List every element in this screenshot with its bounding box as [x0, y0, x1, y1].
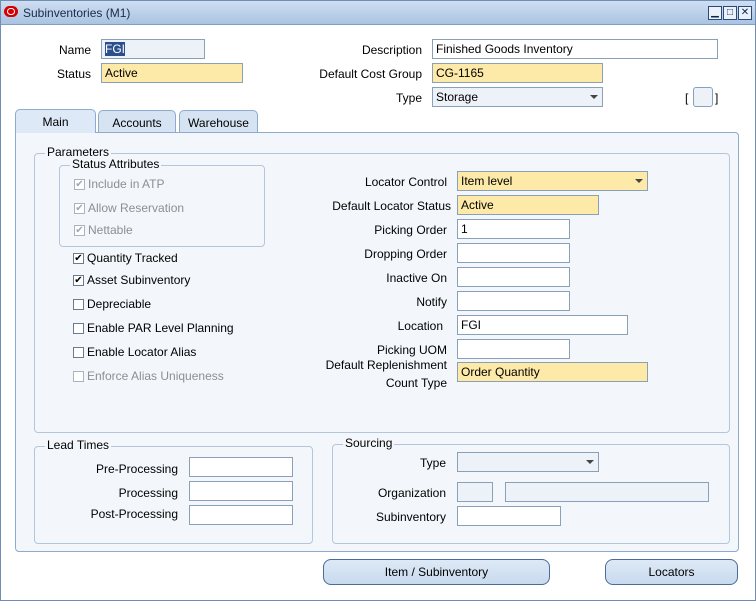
pre-processing-field[interactable]	[189, 457, 293, 477]
nettable-checkbox[interactable]: ✔	[74, 225, 85, 236]
inactive-on-label: Inactive On	[386, 271, 447, 285]
item-subinventory-button[interactable]: Item / Subinventory	[323, 559, 550, 585]
locator-control-select[interactable]: Item level	[457, 171, 648, 191]
chevron-down-icon	[586, 460, 594, 464]
quantity-tracked-label: Quantity Tracked	[87, 251, 178, 265]
bracket-left: [	[685, 91, 689, 105]
minimize-icon[interactable]: ▁	[708, 6, 722, 20]
processing-label: Processing	[118, 486, 178, 500]
replenishment-count-type-field[interactable]: Order Quantity	[457, 362, 648, 382]
dropping-order-label: Dropping Order	[364, 247, 447, 261]
window-title: Subinventories (M1)	[23, 6, 131, 20]
status-attributes-title: Status Attributes	[70, 157, 162, 171]
count-type-label: Count Type	[385, 376, 447, 390]
descriptive-flexfield[interactable]	[693, 87, 713, 107]
location-label: Location	[397, 319, 443, 333]
organization-label: Organization	[377, 486, 446, 500]
sourcing-group: Sourcing Type Organization Subinventory	[332, 436, 730, 544]
post-processing-field[interactable]	[189, 505, 293, 525]
processing-field[interactable]	[189, 481, 293, 501]
default-locator-status-label: Default Locator Status	[332, 199, 451, 213]
tab-warehouse[interactable]: Warehouse	[179, 110, 258, 132]
name-label: Name	[58, 43, 91, 57]
quantity-tracked-checkbox[interactable]: ✔	[73, 253, 84, 264]
notify-field[interactable]	[457, 291, 570, 311]
sourcing-subinventory-field[interactable]	[457, 506, 561, 526]
location-field[interactable]: FGI	[457, 315, 628, 335]
enable-par-level-planning-checkbox[interactable]	[73, 323, 84, 334]
sourcing-type-select[interactable]	[457, 452, 599, 472]
status-label: Status	[56, 67, 91, 81]
pre-processing-label: Pre-Processing	[95, 462, 178, 476]
type-select-value: Storage	[436, 90, 479, 104]
include-in-atp-checkbox[interactable]: ✔	[74, 179, 85, 190]
tab-accounts[interactable]: Accounts	[98, 110, 176, 132]
default-locator-status-field[interactable]: Active	[457, 195, 599, 215]
title-bar: Subinventories (M1) ▁ □ ✕	[1, 1, 755, 25]
enforce-alias-uniqueness-checkbox[interactable]	[73, 371, 84, 382]
sourcing-type-label: Type	[419, 456, 446, 470]
default-cost-group-field[interactable]: CG-1165	[432, 63, 603, 83]
picking-uom-label: Picking UOM	[376, 343, 447, 357]
nettable-label: Nettable	[88, 223, 133, 237]
sourcing-subinventory-label: Subinventory	[375, 510, 446, 524]
type-select[interactable]: Storage	[432, 87, 603, 107]
parameters-group: Parameters Status Attributes ✔ Include i…	[34, 145, 730, 433]
depreciable-checkbox[interactable]	[73, 299, 84, 310]
enable-locator-alias-label: Enable Locator Alias	[87, 345, 197, 359]
organization-name-field[interactable]	[505, 482, 709, 502]
status-field[interactable]: Active	[101, 63, 243, 83]
allow-reservation-checkbox[interactable]: ✔	[74, 203, 85, 214]
status-attributes-group: Status Attributes ✔ Include in ATP ✔ All…	[59, 157, 265, 247]
allow-reservation-label: Allow Reservation	[88, 201, 185, 215]
maximize-icon[interactable]: □	[723, 6, 737, 20]
enable-locator-alias-checkbox[interactable]	[73, 347, 84, 358]
locator-control-value: Item level	[461, 174, 513, 188]
type-label: Type	[395, 91, 422, 105]
lead-times-group: Lead Times Pre-Processing Processing Pos…	[34, 438, 313, 544]
enforce-alias-uniqueness-label: Enforce Alias Uniqueness	[87, 369, 224, 383]
picking-order-field[interactable]: 1	[457, 219, 570, 239]
default-replenishment-label: Default Replenishment	[325, 358, 447, 372]
enable-par-level-planning-label: Enable PAR Level Planning	[87, 321, 234, 335]
close-icon[interactable]: ✕	[738, 6, 752, 20]
inactive-on-field[interactable]	[457, 267, 570, 287]
default-cost-group-label: Default Cost Group	[319, 67, 422, 81]
name-field[interactable]: FGI	[101, 39, 205, 59]
chevron-down-icon	[635, 179, 643, 183]
post-processing-label: Post-Processing	[90, 507, 178, 521]
include-in-atp-label: Include in ATP	[88, 177, 165, 191]
description-field[interactable]: Finished Goods Inventory	[432, 39, 718, 59]
organization-code-field[interactable]	[457, 482, 493, 502]
lead-times-title: Lead Times	[45, 438, 112, 452]
asset-subinventory-checkbox[interactable]: ✔	[73, 275, 84, 286]
picking-order-label: Picking Order	[374, 223, 447, 237]
bracket-right: ]	[715, 91, 719, 105]
tab-main[interactable]: Main	[15, 109, 96, 133]
chevron-down-icon	[590, 95, 598, 99]
description-label: Description	[361, 43, 422, 57]
notify-label: Notify	[416, 295, 447, 309]
asset-subinventory-label: Asset Subinventory	[87, 273, 191, 287]
dropping-order-field[interactable]	[457, 243, 570, 263]
locator-control-label: Locator Control	[364, 175, 447, 189]
subinventories-window: Subinventories (M1) ▁ □ ✕ Name FGI Statu…	[0, 0, 756, 601]
oracle-logo-icon	[4, 6, 18, 17]
name-value: FGI	[105, 42, 125, 56]
picking-uom-field[interactable]	[457, 339, 570, 359]
depreciable-label: Depreciable	[87, 297, 152, 311]
sourcing-title: Sourcing	[343, 436, 395, 450]
main-tab-panel: Parameters Status Attributes ✔ Include i…	[15, 132, 739, 552]
locators-button[interactable]: Locators	[605, 559, 738, 585]
